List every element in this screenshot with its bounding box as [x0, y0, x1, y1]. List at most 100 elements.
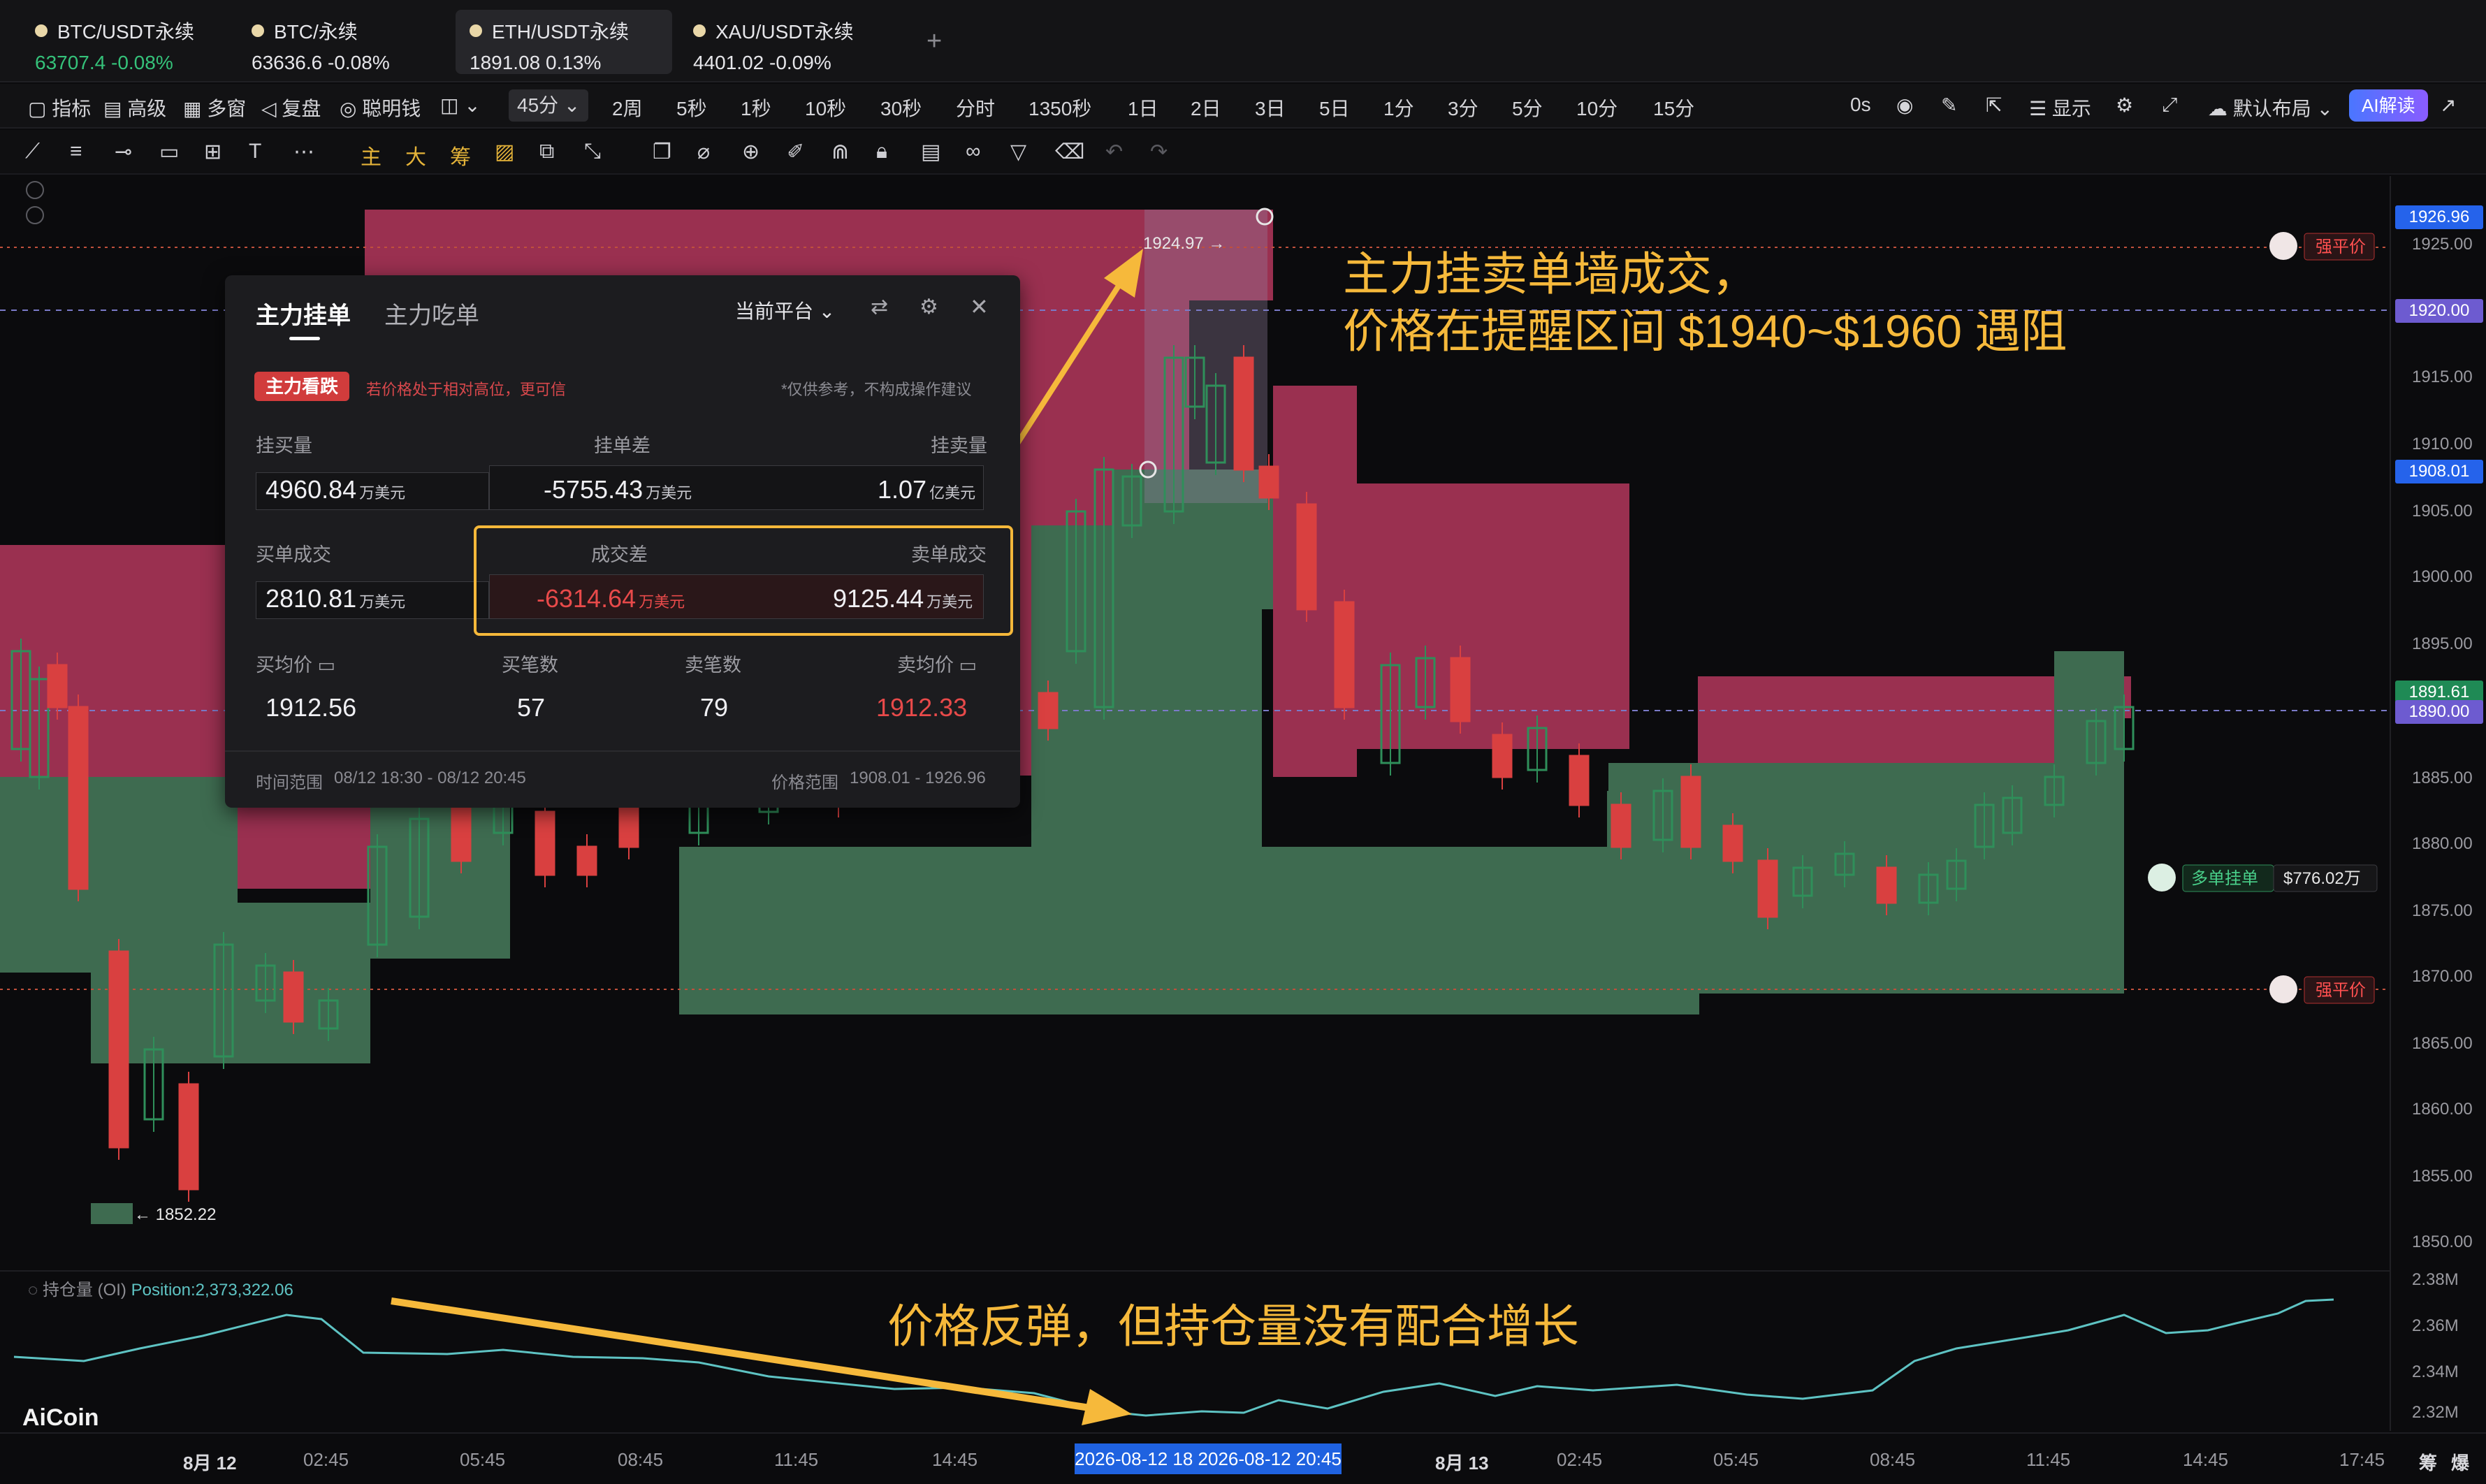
price-tick: 1905.00: [2412, 502, 2473, 521]
layers-icon[interactable]: ⧉: [539, 140, 554, 163]
oi-tick: 2.32M: [2412, 1403, 2459, 1422]
liq-badge-lower[interactable]: 强平价: [2269, 975, 2375, 1004]
rectangle-icon[interactable]: ▭: [159, 140, 179, 164]
redo-icon[interactable]: ↷: [1150, 140, 1168, 164]
replay-icon: ◁: [261, 98, 282, 119]
collapse-toggle-icon[interactable]: [26, 206, 44, 224]
bid-volume-label: 挂买量: [256, 435, 312, 456]
tab-btc-perp[interactable]: BTC/永续 63636.6 -0.08%: [238, 10, 404, 74]
interval-3d[interactable]: 3日: [1255, 94, 1286, 122]
fullscreen-icon[interactable]: ⤢: [2162, 94, 2177, 117]
zoom-icon[interactable]: ⊕: [742, 140, 759, 164]
interval-1m[interactable]: 1分: [1383, 94, 1414, 122]
tab-price: 1891.08: [470, 52, 541, 73]
trendline-icon[interactable]: ⟋: [25, 140, 40, 163]
layout-dropdown[interactable]: ☁ 默认布局 ⌄: [2208, 94, 2333, 122]
bearish-signal-badge: 主力看跌: [254, 372, 350, 401]
interval-15m[interactable]: 15分: [1653, 94, 1694, 122]
interval-3m[interactable]: 3分: [1448, 94, 1478, 122]
main-tag[interactable]: 主: [361, 140, 381, 170]
price-tick: 1875.00: [2412, 901, 2473, 920]
ai-interpret-button[interactable]: AI解读: [2349, 89, 2428, 122]
hlines-icon[interactable]: ≡: [70, 140, 82, 163]
settings-icon[interactable]: ⚙: [2116, 94, 2133, 117]
list-icon: ☰: [2029, 98, 2052, 119]
multi-window-button[interactable]: ▦ 多窗: [183, 94, 246, 122]
advanced-button[interactable]: ▤ 高级: [103, 94, 166, 122]
tab-main-orders[interactable]: 主力挂单: [256, 296, 351, 330]
trash-icon[interactable]: ⌫: [1055, 140, 1084, 164]
interval-10s[interactable]: 10秒: [805, 94, 846, 122]
price-tick: 1880.00: [2412, 834, 2473, 853]
annotation-top-line1: 主力挂卖单墙成交，: [1343, 248, 1758, 300]
interval-5d[interactable]: 5日: [1319, 94, 1350, 122]
more-icon[interactable]: ⋯: [293, 140, 314, 164]
display-button[interactable]: ☰ 显示: [2029, 94, 2091, 122]
link-icon[interactable]: ∞: [966, 140, 980, 163]
time-axis[interactable]: 8月 12 02:45 05:45 08:45 11:45 14:45 2026…: [0, 1432, 2486, 1484]
interval-1350s[interactable]: 1350秒: [1028, 94, 1091, 122]
sell-wall-area: [1357, 483, 1629, 749]
copy-icon[interactable]: ❐: [653, 140, 671, 164]
chip-tag[interactable]: 筹: [450, 140, 471, 170]
interval-selected[interactable]: 45分 ⌄: [509, 89, 589, 122]
tab-symbol: XAU/USDT永续: [715, 21, 854, 43]
main-order-panel: 主力挂单 主力吃单 当前平台 ⌄ ⇄ ⚙ ✕ 主力看跌 若价格处于相对高位，更可…: [225, 275, 1020, 808]
interval-1s[interactable]: 1秒: [741, 94, 771, 122]
buy-wall-area: [91, 1203, 133, 1224]
buy-order-badge[interactable]: 多单挂单 $776.02万: [2148, 864, 2378, 892]
open-interest-indicator[interactable]: ◌ 持仓量 (OI) Position:2,373,322.06 价格反弹，但持…: [0, 1270, 2390, 1431]
heatmap-icon[interactable]: ▨: [495, 140, 514, 164]
tab-main-fills[interactable]: 主力吃单: [384, 296, 479, 330]
collapse-toggle-icon[interactable]: [26, 181, 44, 199]
chip-tool-button[interactable]: 筹: [2419, 1449, 2437, 1475]
swap-icon[interactable]: ⇄: [871, 295, 888, 319]
filter-icon[interactable]: ▽: [1010, 140, 1026, 164]
tab-xau-usdt-perp[interactable]: XAU/USDT永续 4401.02 -0.09%: [679, 10, 868, 74]
fib-icon[interactable]: ⊞: [204, 140, 221, 164]
replay-button[interactable]: ◁ 复盘: [261, 94, 321, 122]
pencil-icon[interactable]: ✎: [1941, 94, 1957, 117]
measure-icon[interactable]: ⤡: [584, 140, 601, 163]
indicators-button[interactable]: ▢ 指标: [28, 94, 91, 122]
interval-2d[interactable]: 2日: [1191, 94, 1221, 122]
tab-btc-usdt-perp[interactable]: BTC/USDT永续 63707.4 -0.08%: [21, 10, 208, 74]
eraser-icon[interactable]: ✐: [787, 140, 804, 164]
interval-5m[interactable]: 5分: [1512, 94, 1543, 122]
annotation-top-line2: 价格在提醒区间 $1940~$1960 遇阻: [1343, 305, 2067, 357]
price-range-value: 1908.01 - 1926.96: [850, 769, 986, 787]
camera-icon[interactable]: ◉: [1896, 94, 1913, 117]
magnet-icon[interactable]: ⋒: [831, 140, 849, 164]
platform-dropdown[interactable]: 当前平台 ⌄: [735, 296, 835, 324]
time-tick: 08:45: [618, 1449, 664, 1470]
liq-badge-upper[interactable]: 强平价: [2269, 232, 2375, 261]
interval-30s[interactable]: 30秒: [880, 94, 922, 122]
price-tick: 1885.00: [2412, 769, 2473, 787]
oi-tick: 2.34M: [2412, 1362, 2459, 1381]
interval-1d[interactable]: 1日: [1128, 94, 1158, 122]
interval-5s[interactable]: 5秒: [676, 94, 707, 122]
undo-icon[interactable]: ↶: [1105, 140, 1123, 164]
ruler-icon[interactable]: ⌀: [697, 140, 710, 164]
add-tab-icon[interactable]: +: [926, 27, 942, 57]
share-icon[interactable]: ↗: [2440, 94, 2456, 117]
time-tick: 8月 13: [1435, 1453, 1489, 1474]
lock-icon[interactable]: 🔒︎: [876, 140, 887, 163]
template-icon[interactable]: ▤: [921, 140, 940, 164]
interval-timeshare[interactable]: 分时: [956, 94, 995, 122]
smart-money-button[interactable]: ◎ 聪明钱: [340, 94, 421, 122]
text-icon[interactable]: T: [249, 140, 261, 163]
chart-type-dropdown[interactable]: ◫ ⌄: [440, 94, 481, 117]
avatar-icon: [2269, 975, 2297, 1003]
cloud-icon: ☁: [2208, 98, 2233, 119]
large-tag[interactable]: 大: [405, 140, 426, 170]
interval-2w[interactable]: 2周: [612, 94, 643, 122]
interval-10m[interactable]: 10分: [1576, 94, 1618, 122]
liquidation-tool-button[interactable]: 爆: [2451, 1449, 2469, 1475]
export-icon[interactable]: ⇱: [1986, 94, 2002, 117]
close-icon[interactable]: ✕: [970, 293, 989, 320]
settings-icon[interactable]: ⚙: [919, 295, 938, 319]
price-axis[interactable]: 1925.00 1915.00 1910.00 1905.00 1900.00 …: [2390, 176, 2486, 1270]
tab-eth-usdt-perp[interactable]: ETH/USDT永续 1891.08 0.13%: [456, 10, 672, 74]
ray-icon[interactable]: ⊸: [115, 140, 132, 164]
